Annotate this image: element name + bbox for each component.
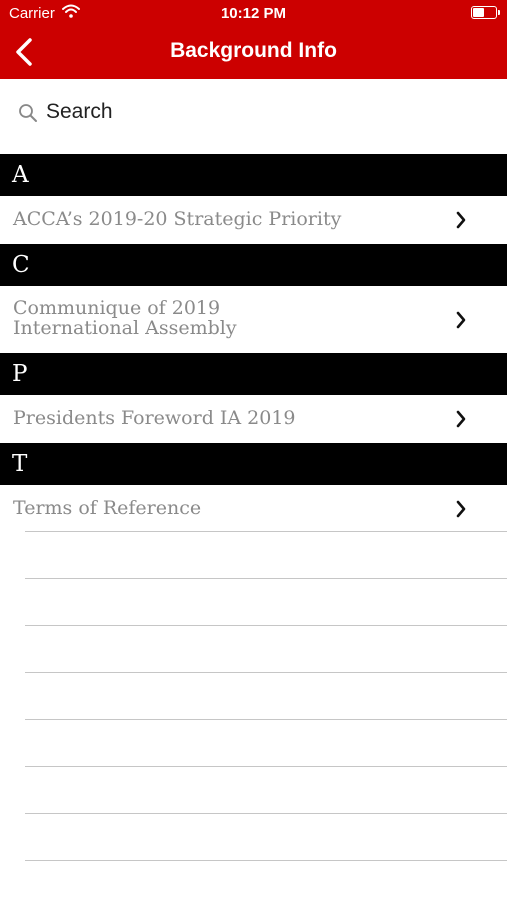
list-item[interactable]: ACCA’s 2019-20 Strategic Priority — [0, 196, 507, 244]
section-header-a: A — [0, 154, 507, 196]
search-placeholder: Search — [46, 100, 113, 123]
battery-icon — [471, 6, 500, 19]
separator-line — [25, 766, 507, 813]
separator-line — [25, 625, 507, 672]
chevron-right-icon — [456, 500, 466, 518]
status-time: 10:12 PM — [220, 5, 287, 22]
list-item[interactable]: Terms of Reference — [0, 485, 507, 533]
chevron-right-icon — [456, 311, 466, 328]
list-item-label: Communique of 2019 International Assembl… — [13, 297, 237, 339]
chevron-right-icon — [456, 410, 466, 428]
list-item-label: ACCA’s 2019-20 Strategic Priority — [13, 208, 342, 230]
separator-line — [25, 719, 507, 766]
battery-level — [473, 8, 484, 17]
list-item[interactable]: Communique of 2019 International Assembl… — [0, 286, 507, 353]
index-list: A ACCA’s 2019-20 Strategic Priority C Commu… — [0, 154, 507, 533]
list-item-label: Presidents Foreword IA 2019 — [13, 407, 296, 429]
search-bar[interactable]: Search — [0, 79, 507, 154]
separator-line — [25, 672, 507, 719]
page-title: Background Info — [170, 39, 337, 62]
section-header-p: P — [0, 353, 507, 395]
section-header-t: T — [0, 443, 507, 485]
separator-line — [25, 578, 507, 625]
empty-separators — [25, 531, 507, 907]
status-bar: Carrier 10:12 PM — [0, 0, 507, 28]
separator-line — [25, 531, 507, 578]
chevron-right-icon — [456, 211, 466, 229]
separator-line — [25, 813, 507, 860]
list-item-label: Terms of Reference — [13, 497, 202, 519]
section-header-c: C — [0, 244, 507, 286]
nav-bar: Carrier 10:12 PM Background Info — [0, 0, 507, 79]
search-icon — [19, 104, 37, 122]
list-item[interactable]: Presidents Foreword IA 2019 — [0, 395, 507, 443]
